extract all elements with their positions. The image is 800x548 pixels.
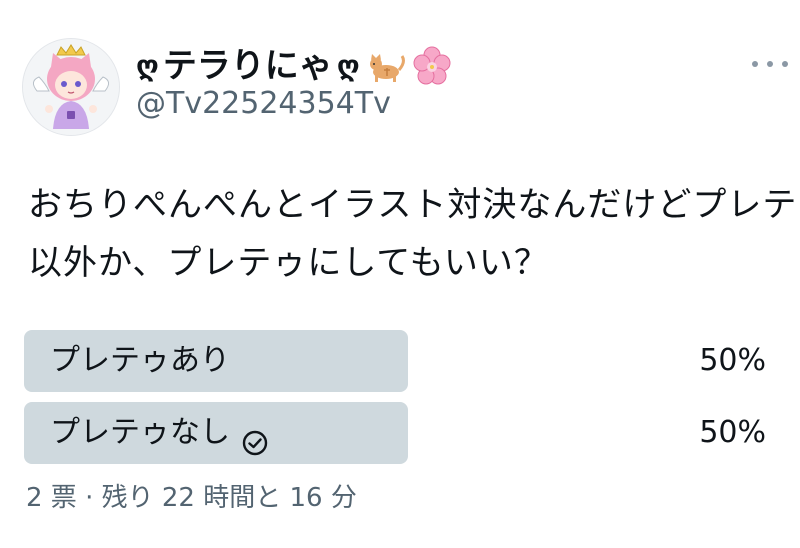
name-decoration-left: ღ	[136, 49, 159, 82]
tweet-text: おちりぺんぺんとイラスト対決なんだけどプレテゥ 以外か、プレテゥにしてもいい？	[28, 176, 800, 292]
cat-emoji-icon	[366, 46, 406, 86]
display-name-text: テラりにゃ	[162, 46, 333, 86]
poll: プレテゥあり 50% プレテゥなし 50%	[24, 330, 776, 474]
poll-option-percent: 50%	[699, 343, 766, 378]
avatar[interactable]	[22, 38, 120, 136]
tweet-text-line: 以外か、プレテゥにしてもいい？	[28, 243, 549, 283]
poll-option-text: プレテゥあり	[50, 343, 230, 378]
display-name[interactable]: ღ テラりにゃ ღ	[136, 44, 452, 88]
poll-meta: 2 票 · 残り 22 時間と 16 分	[26, 483, 357, 513]
poll-option[interactable]: プレテゥあり 50%	[24, 330, 776, 392]
poll-option-label: プレテゥなし	[50, 402, 270, 464]
cherry-blossom-emoji-icon	[412, 46, 452, 86]
user-handle[interactable]: @Tv22524354Tv	[136, 84, 391, 124]
poll-option-label: プレテゥあり	[50, 330, 230, 392]
poll-option[interactable]: プレテゥなし 50%	[24, 402, 776, 464]
more-icon[interactable]	[752, 54, 788, 74]
more-dot	[767, 61, 773, 67]
tweet-text-line: おちりぺんぺんとイラスト対決なんだけどプレテゥ	[28, 185, 800, 225]
name-decoration-right: ღ	[336, 49, 360, 82]
poll-option-percent: 50%	[699, 415, 766, 450]
more-dot	[752, 61, 758, 67]
poll-option-text: プレテゥなし	[50, 415, 230, 450]
tweet: ღ テラりにゃ ღ @Tv22524354Tv おちりぺんぺんとイラスト対決なん…	[0, 0, 800, 548]
more-dot	[782, 61, 788, 67]
check-circle-icon	[240, 418, 270, 456]
